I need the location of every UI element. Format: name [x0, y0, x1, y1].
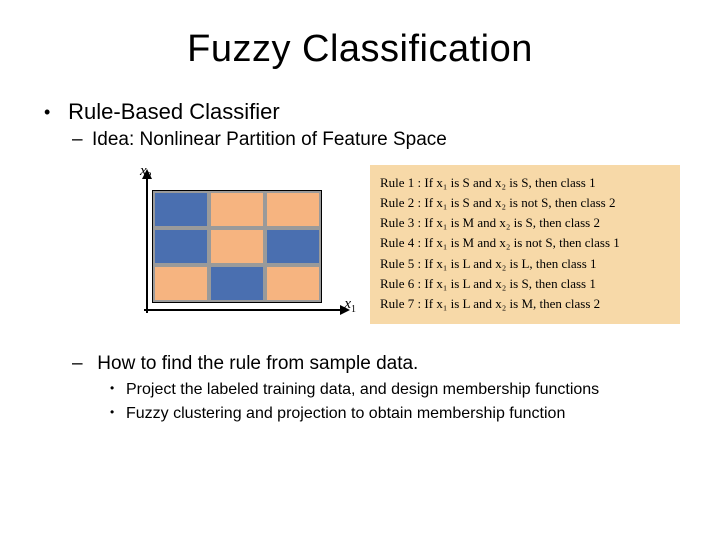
rule-5: Rule 5 : If x₁ is L and x₂ is L, then cl… — [380, 254, 666, 274]
x-axis-label: x1 — [344, 296, 356, 315]
x-axis-var: x — [344, 296, 351, 312]
cell-L-L — [265, 191, 321, 228]
rule-7: Rule 7 : If x₁ is L and x₂ is M, then cl… — [380, 294, 666, 314]
cell-S-L — [265, 265, 321, 302]
rule-6: Rule 6 : If x₁ is L and x₂ is S, then cl… — [380, 274, 666, 294]
cell-M-M — [209, 228, 265, 265]
rule-3: Rule 3 : If x₁ is M and x₂ is S, then cl… — [380, 213, 666, 233]
bullet-idea: Idea: Nonlinear Partition of Feature Spa… — [92, 129, 680, 151]
rules-box: Rule 1 : If x₁ is S and x₂ is S, then cl… — [370, 165, 680, 324]
bullet-howto-text: How to find the rule from sample data. — [97, 353, 418, 374]
bullet-list-level1: Rule-Based Classifier Idea: Nonlinear Pa… — [40, 99, 680, 424]
cell-L-S — [153, 191, 209, 228]
cell-M-S — [153, 228, 209, 265]
cell-M-L — [265, 228, 321, 265]
y-axis-arrow-icon — [142, 169, 152, 179]
x-axis-line — [144, 309, 344, 311]
bullet-list-level3: Project the labeled training data, and d… — [92, 379, 680, 424]
y-axis-line — [146, 175, 148, 313]
cell-S-S — [153, 265, 209, 302]
partition-chart: x2 — [122, 165, 352, 335]
bullet-rule-based-text: Rule-Based Classifier — [68, 99, 280, 124]
cell-L-M — [209, 191, 265, 228]
rule-2: Rule 2 : If x₁ is S and x₂ is not S, the… — [380, 193, 666, 213]
slide-title: Fuzzy Classification — [40, 28, 680, 71]
bullet-howto: How to find the rule from sample data. P… — [92, 353, 680, 424]
rule-4: Rule 4 : If x₁ is M and x₂ is not S, the… — [380, 233, 666, 253]
partition-grid — [152, 190, 322, 303]
x-axis-sub: 1 — [351, 304, 356, 315]
cell-S-M — [209, 265, 265, 302]
bullet-list-level2: Idea: Nonlinear Partition of Feature Spa… — [62, 129, 680, 424]
bullet-rule-based: Rule-Based Classifier Idea: Nonlinear Pa… — [62, 99, 680, 424]
figure-row: x2 — [122, 165, 680, 335]
rule-1: Rule 1 : If x₁ is S and x₂ is S, then cl… — [380, 173, 666, 193]
bullet-project: Project the labeled training data, and d… — [126, 379, 680, 401]
bullet-fuzzy-cluster: Fuzzy clustering and projection to obtai… — [126, 403, 680, 425]
